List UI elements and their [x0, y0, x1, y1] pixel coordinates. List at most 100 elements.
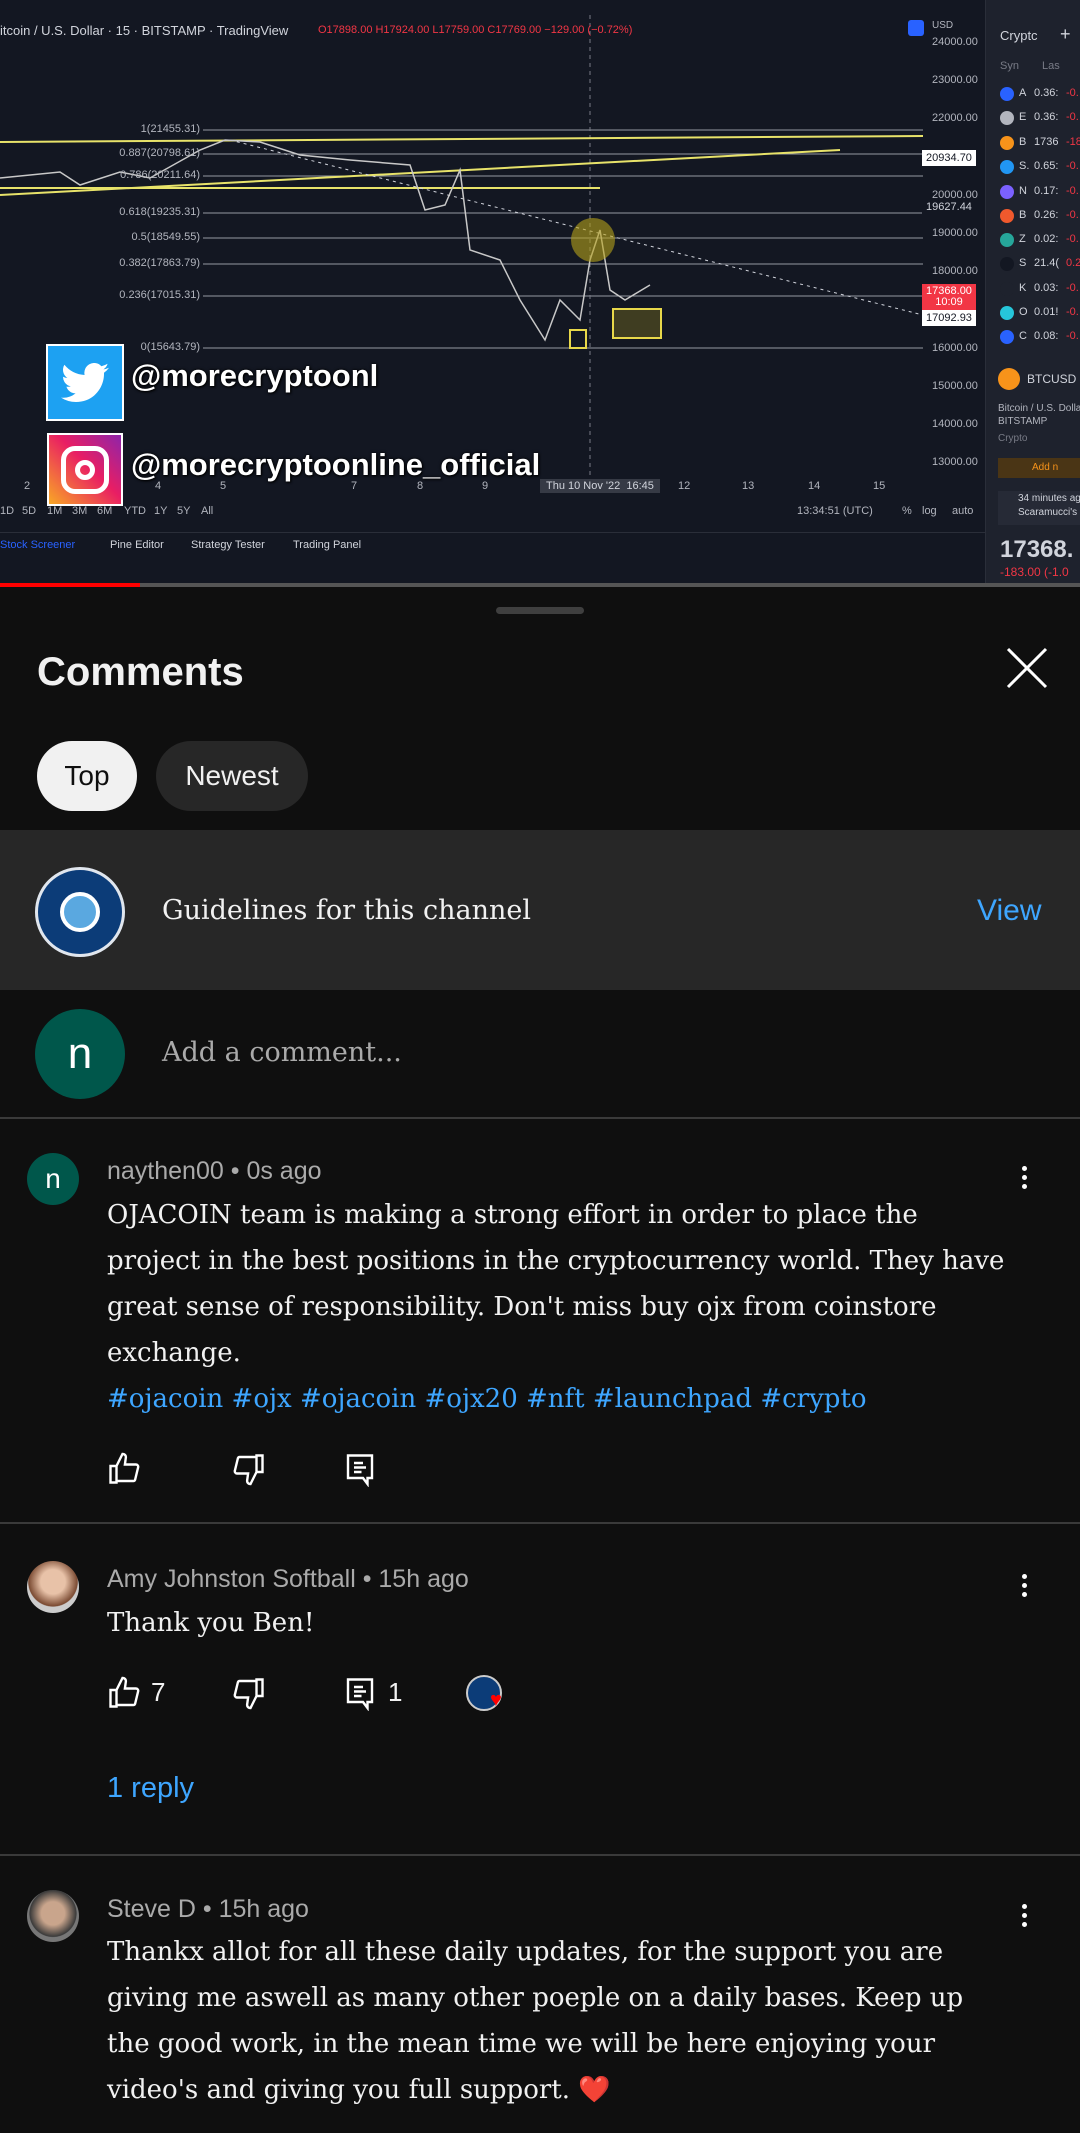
price-axis-label: 18000.00: [932, 265, 978, 277]
comment-menu-icon[interactable]: [1020, 1162, 1028, 1193]
dislike-icon[interactable]: [231, 1675, 267, 1711]
coin-icon: [1000, 209, 1014, 223]
fib-level-label: 0.887(20798.61): [119, 147, 200, 159]
bottom-tab[interactable]: Trading Panel: [293, 539, 361, 551]
range-button-ytd[interactable]: YTD: [124, 505, 146, 517]
divider: [0, 1522, 1080, 1524]
comment-avatar[interactable]: [27, 1890, 79, 1942]
price-axis-label: 19000.00: [932, 227, 978, 239]
comment-meta: naythen00 • 0s ago: [107, 1157, 322, 1185]
watchlist-row[interactable]: O 0.01! -0.: [986, 303, 1080, 323]
range-button-1d[interactable]: 1D: [0, 505, 14, 517]
bottom-tab[interactable]: Strategy Tester: [191, 539, 265, 551]
date-axis-label: 14: [808, 480, 821, 492]
layout-icon[interactable]: [908, 20, 924, 36]
comment-author[interactable]: naythen00: [107, 1157, 224, 1185]
row-change: 0.2: [1066, 257, 1080, 269]
col-last: Las: [1042, 60, 1060, 72]
comment-time: 0s ago: [246, 1157, 322, 1185]
comment-menu-icon[interactable]: [1020, 1900, 1028, 1931]
row-last: 0.03:: [1034, 282, 1059, 294]
row-symbol: Z: [1019, 233, 1026, 245]
ohlc-readout: O17898.00 H17924.00 L17759.00 C17769.00 …: [318, 24, 633, 36]
instagram-icon: [47, 433, 123, 506]
date-axis-label: 15: [873, 480, 886, 492]
drag-handle[interactable]: [496, 607, 584, 614]
divider: [0, 532, 985, 533]
price-change: -183.00 (-1.0: [1000, 565, 1069, 579]
add-note-button[interactable]: Add n: [998, 458, 1080, 478]
filter-newest-chip[interactable]: Newest: [156, 741, 308, 811]
price-tag: 19627.44: [922, 199, 976, 215]
row-change: -0.: [1066, 330, 1079, 342]
watchlist-row[interactable]: A 0.36: -0.: [986, 84, 1080, 104]
reply-icon[interactable]: [342, 1451, 378, 1488]
range-button-5y[interactable]: 5Y: [177, 505, 190, 517]
close-icon[interactable]: [1006, 647, 1048, 689]
comment-menu-icon[interactable]: [1020, 1570, 1028, 1601]
scale-option[interactable]: %: [902, 505, 912, 517]
video-player[interactable]: itcoin / U.S. Dollar · 15 · BITSTAMP · T…: [0, 0, 1080, 586]
range-button-1m[interactable]: 1M: [47, 505, 62, 517]
range-button-5d[interactable]: 5D: [22, 505, 36, 517]
scale-option[interactable]: log: [922, 505, 937, 517]
view-replies-link[interactable]: 1 reply: [107, 1772, 194, 1805]
view-guidelines-button[interactable]: View: [977, 894, 1041, 928]
watchlist-row[interactable]: K 0.03: -0.: [986, 279, 1080, 299]
symbol-desc: Bitcoin / U.S. Dolla: [998, 403, 1080, 414]
watchlist-row[interactable]: N 0.17: -0.: [986, 182, 1080, 202]
row-symbol: C: [1019, 330, 1027, 342]
range-button-1y[interactable]: 1Y: [154, 505, 167, 517]
col-symbol: Syn: [1000, 60, 1019, 72]
comment-time: 15h ago: [218, 1895, 309, 1923]
fib-level-label: 0(15643.79): [140, 341, 200, 353]
coin-icon: [1000, 257, 1014, 271]
comment-avatar[interactable]: n: [27, 1153, 79, 1205]
watchlist-title[interactable]: Cryptc: [1000, 28, 1038, 43]
scale-option[interactable]: auto: [952, 505, 973, 517]
add-comment-input[interactable]: Add a comment...: [162, 1037, 402, 1068]
range-button-3m[interactable]: 3M: [72, 505, 87, 517]
symbol-name: BTCUSD: [1027, 372, 1077, 386]
watchlist-row[interactable]: Z 0.02: -0.: [986, 230, 1080, 250]
watchlist-row[interactable]: S 21.4(0.2: [986, 254, 1080, 274]
coin-icon: [1000, 330, 1014, 344]
price-line: [0, 139, 651, 342]
watchlist-row[interactable]: E 0.36: -0.: [986, 108, 1080, 128]
filter-top-chip[interactable]: Top: [37, 741, 137, 811]
chart-title: itcoin / U.S. Dollar · 15 · BITSTAMP · T…: [0, 23, 289, 38]
comments-title: Comments: [37, 650, 244, 694]
row-symbol: O: [1019, 306, 1028, 318]
channel-guidelines-banner[interactable]: Guidelines for this channel View: [0, 830, 1080, 990]
dislike-icon[interactable]: [231, 1451, 267, 1487]
row-last: 0.65:: [1034, 160, 1059, 172]
comment-author[interactable]: Amy Johnston Softball: [107, 1565, 356, 1593]
last-price-big: 17368.: [1000, 536, 1074, 563]
bottom-tab[interactable]: Stock Screener: [0, 539, 75, 551]
comment-hashtags[interactable]: #ojacoin #ojx #ojacoin #ojx20 #nft #laun…: [107, 1384, 867, 1414]
row-symbol: S.: [1019, 160, 1030, 172]
news-title[interactable]: Scaramucci's S: [1018, 507, 1080, 518]
like-icon[interactable]: [106, 1675, 142, 1711]
watchlist-panel: Cryptc + Syn Las A 0.36: -0. E 0.36: -0. B 1736…: [985, 0, 1080, 586]
comments-sheet: Comments Top Newest Guidelines for this …: [0, 587, 1080, 2133]
row-symbol: N: [1019, 185, 1027, 197]
watchlist-row[interactable]: B 1736 -18: [986, 133, 1080, 153]
currency-select[interactable]: USD: [932, 20, 953, 31]
marker-box: [612, 308, 662, 339]
date-axis-label: 13: [742, 480, 755, 492]
creator-heart-icon: ♥: [490, 1689, 502, 1711]
reply-icon[interactable]: [342, 1675, 378, 1712]
comment-author[interactable]: Steve D: [107, 1895, 196, 1923]
bottom-tab[interactable]: Pine Editor: [110, 539, 164, 551]
twitter-handle: @morecryptoonl: [131, 358, 379, 393]
watchlist-row[interactable]: B 0.26: -0.: [986, 206, 1080, 226]
row-change: -0.: [1066, 185, 1079, 197]
range-button-all[interactable]: All: [201, 505, 213, 517]
watchlist-row[interactable]: S. 0.65: -0.: [986, 157, 1080, 177]
like-icon[interactable]: [106, 1451, 142, 1487]
range-button-6m[interactable]: 6M: [97, 505, 112, 517]
add-symbol-icon[interactable]: +: [1060, 24, 1071, 45]
watchlist-row[interactable]: C 0.08: -0.: [986, 327, 1080, 347]
comment-avatar[interactable]: [27, 1561, 79, 1613]
